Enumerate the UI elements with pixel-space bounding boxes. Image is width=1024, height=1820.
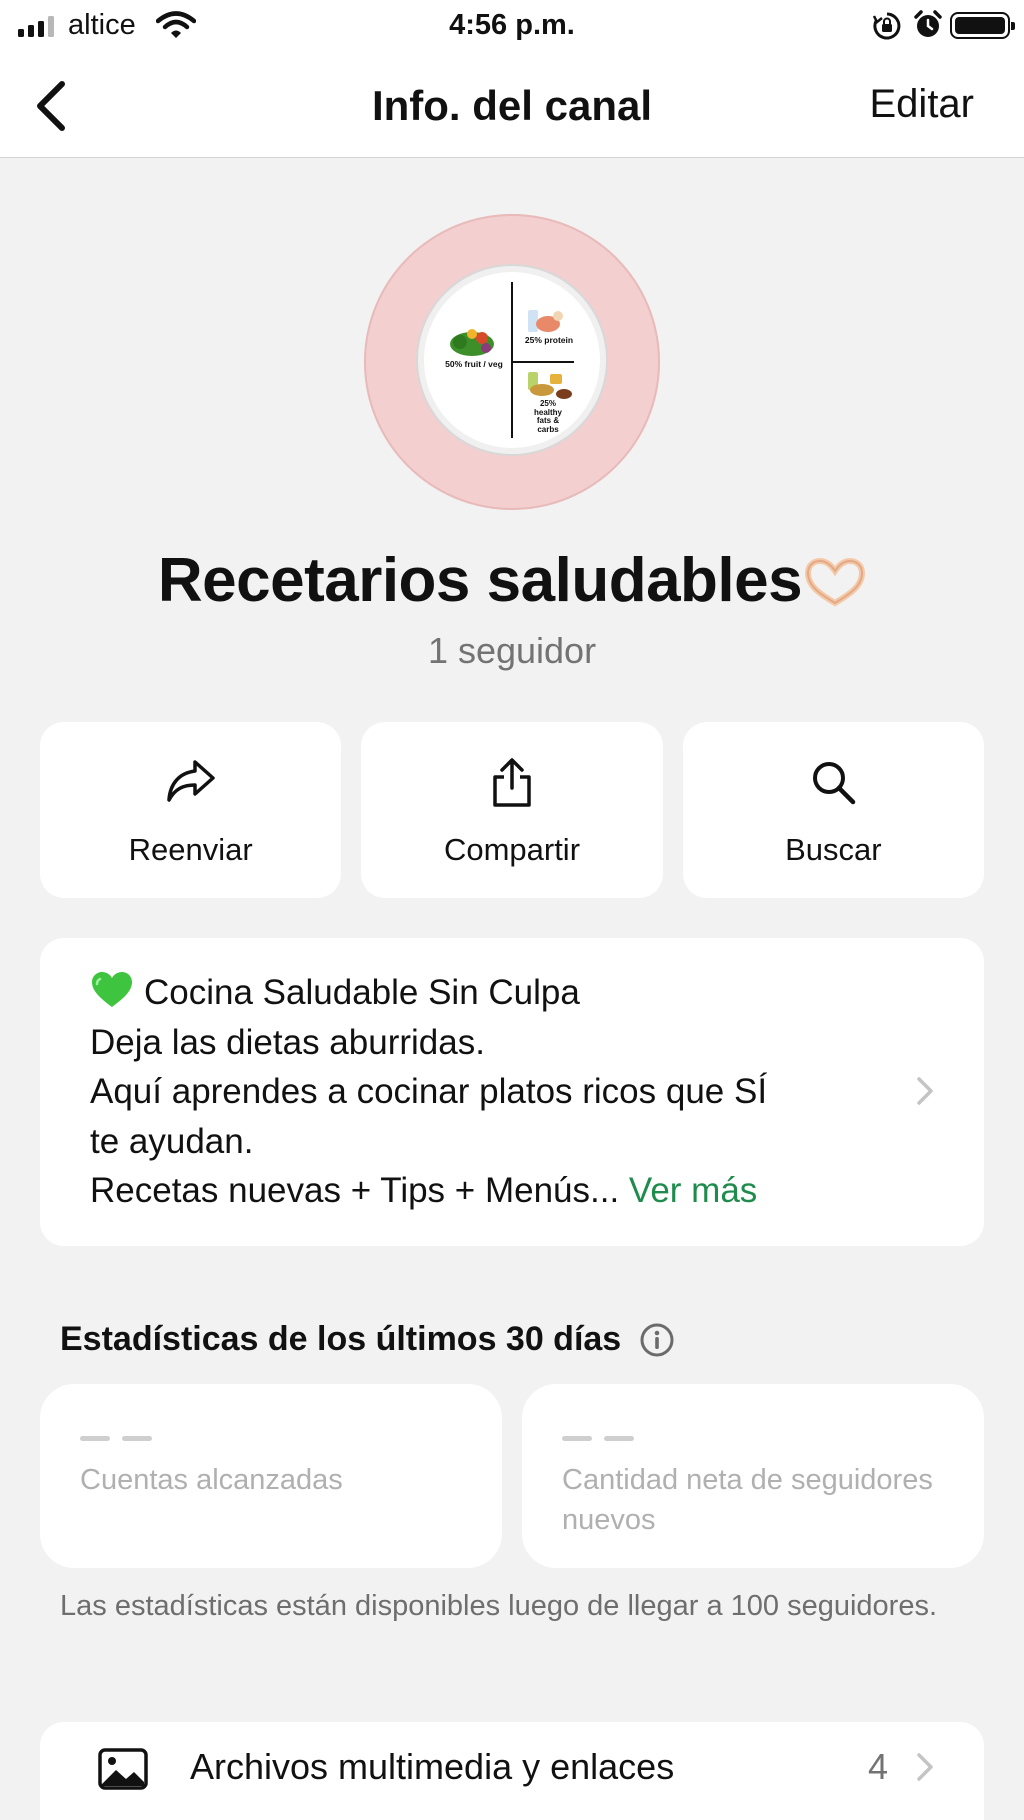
stat-label-net-new-followers: Cantidad neta de seguidores nuevos xyxy=(562,1464,933,1536)
rotation-lock-icon xyxy=(872,12,901,40)
search-label: Buscar xyxy=(785,832,882,867)
see-more-link[interactable]: Ver más xyxy=(629,1171,757,1210)
channel-description: Cocina Saludable Sin Culpa Deja las diet… xyxy=(90,968,910,1216)
share-icon xyxy=(493,758,531,807)
media-links-count: 4 xyxy=(867,1746,888,1787)
stat-label-accounts-reached: Cuentas alcanzadas xyxy=(80,1464,343,1496)
search-button[interactable]: Buscar xyxy=(682,722,984,898)
green-heart-emoji-icon xyxy=(92,972,132,1007)
plate-label-fats-carbs: 25% healthy fats & carbs xyxy=(533,399,562,434)
search-icon xyxy=(813,762,856,805)
channel-description-card[interactable]: Cocina Saludable Sin Culpa Deja las diet… xyxy=(40,938,984,1246)
media-links-row[interactable]: Archivos multimedia y enlaces 4 xyxy=(40,1722,984,1820)
forward-button[interactable]: Reenviar xyxy=(40,722,342,898)
forward-label: Reenviar xyxy=(128,832,253,867)
battery-icon xyxy=(950,12,1015,39)
forward-icon xyxy=(166,760,215,802)
share-button[interactable]: Compartir xyxy=(361,722,663,898)
healthy-plate-image: 50% fruit / veg 25% protein 25% healthy … xyxy=(424,272,600,448)
info-icon[interactable] xyxy=(639,1322,675,1358)
plate-label-fruit-veg: 50% fruit / veg xyxy=(445,359,503,369)
stat-placeholder-value xyxy=(80,1436,152,1441)
description-line-4: te ayudan. xyxy=(90,1121,254,1161)
stats-section-title: Estadísticas de los últimos 30 días xyxy=(60,1320,675,1359)
channel-name: Recetarios saludables xyxy=(0,545,1024,616)
status-time: 4:56 p.m. xyxy=(449,9,575,41)
action-buttons: Reenviar Compartir Buscar xyxy=(40,722,984,898)
description-line-5: Recetas nuevas + Tips + Menús... xyxy=(90,1171,620,1210)
edit-button[interactable]: Editar xyxy=(870,82,975,127)
image-icon xyxy=(98,1748,148,1790)
description-line-3: Aquí aprendes a cocinar platos ricos que… xyxy=(90,1072,768,1111)
stat-card-accounts-reached: Cuentas alcanzadas xyxy=(40,1384,502,1568)
description-line-1: Cocina Saludable Sin Culpa xyxy=(144,973,580,1012)
media-links-label: Archivos multimedia y enlaces xyxy=(190,1746,675,1787)
alarm-icon xyxy=(914,10,942,37)
stats-availability-note: Las estadísticas están disponibles luego… xyxy=(60,1590,938,1622)
stat-card-net-new-followers: Cantidad neta de seguidores nuevos xyxy=(522,1384,984,1568)
status-bar: altice 4:56 p.m. xyxy=(0,0,1024,54)
chevron-right-icon xyxy=(917,1077,933,1105)
plate-label-protein: 25% protein xyxy=(524,335,574,345)
description-line-2: Deja las dietas aburridas. xyxy=(90,1022,485,1062)
navigation-bar: Info. del canal Editar xyxy=(0,54,1024,158)
chevron-right-icon xyxy=(917,1753,933,1781)
channel-name-text: Recetarios saludables xyxy=(157,546,803,615)
follower-count: 1 seguidor xyxy=(427,630,597,671)
stat-placeholder-value xyxy=(562,1436,634,1441)
share-label: Compartir xyxy=(443,832,581,867)
channel-avatar[interactable]: 50% fruit / veg 25% protein 25% healthy … xyxy=(364,214,660,510)
stats-title-text: Estadísticas de los últimos 30 días xyxy=(60,1320,622,1358)
heart-hands-emoji-icon xyxy=(805,557,866,607)
